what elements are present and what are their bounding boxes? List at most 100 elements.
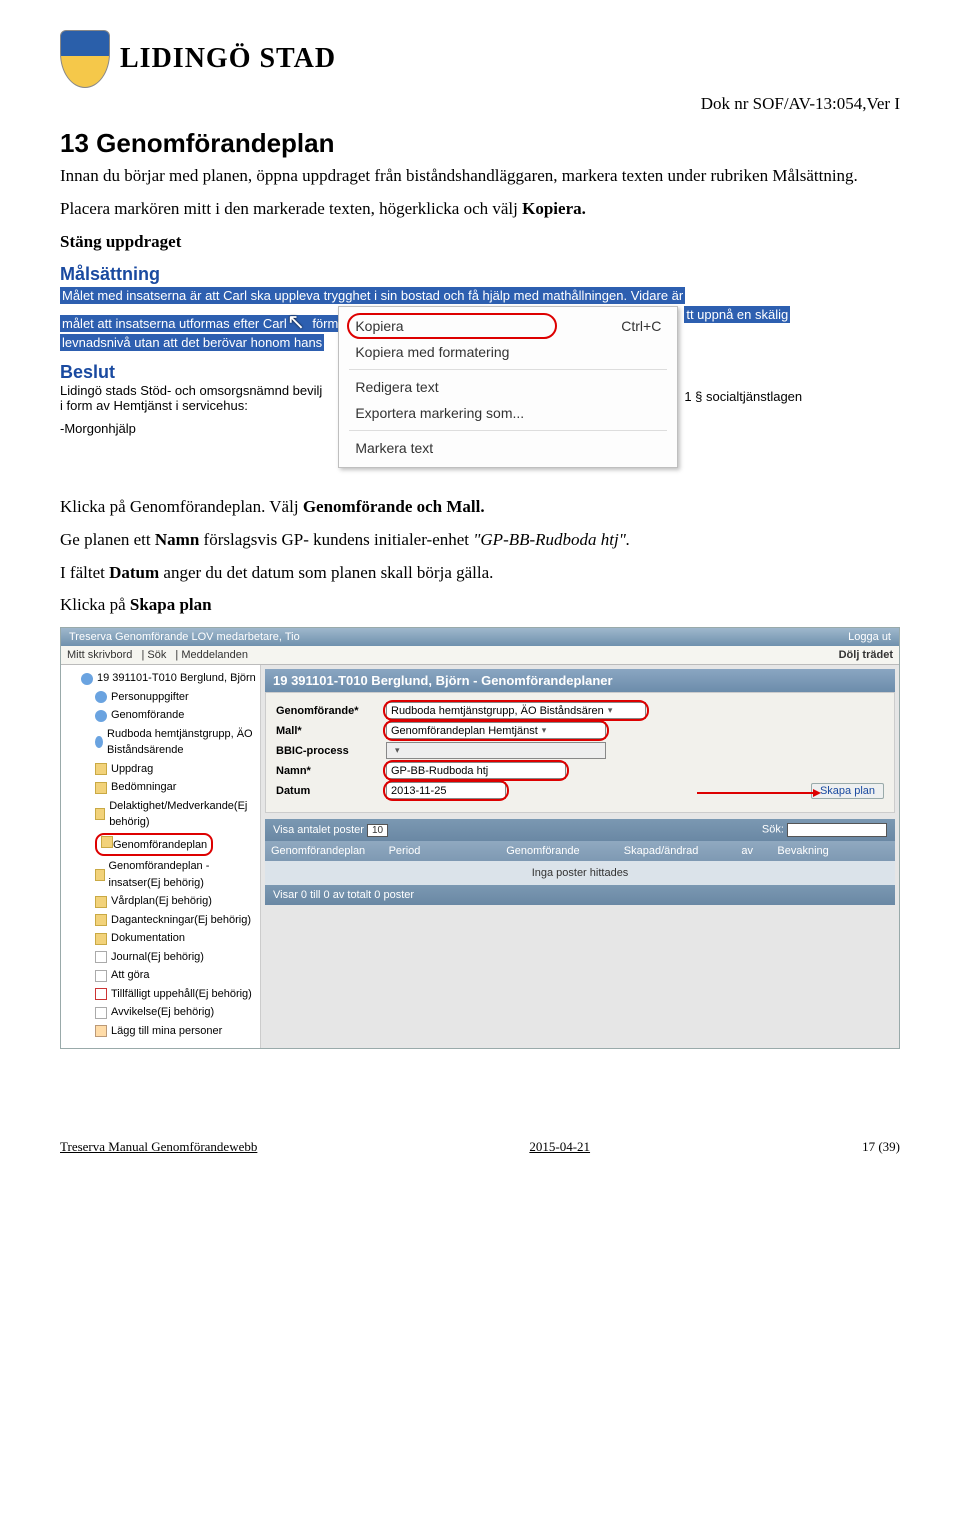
tree-node[interactable]: Journal(Ej behörig) — [67, 948, 258, 967]
field-bbic: ▾ — [386, 742, 606, 759]
tree-node[interactable]: Daganteckningar(Ej behörig) — [67, 911, 258, 930]
label-genomforande: Genomförande* — [276, 705, 386, 717]
beslut-text-line2: i form av Hemtjänst i servicehus: — [60, 398, 340, 413]
col-av[interactable]: av — [741, 845, 771, 857]
treserva-menubar: Mitt skrivbord | Sök | Meddelanden Dölj … — [61, 646, 899, 665]
person-icon — [95, 710, 107, 722]
tree-node[interactable]: Dokumentation — [67, 929, 258, 948]
folder-icon — [95, 914, 107, 926]
grid-toolbar: Visa antalet poster 10 Sök: — [265, 819, 895, 841]
tree-node[interactable]: Uppdrag — [67, 760, 258, 779]
col-skapad[interactable]: Skapad/ändrad — [624, 845, 736, 857]
tree-node[interactable]: Bedömningar — [67, 778, 258, 797]
brand-text: LIDINGÖ STAD — [120, 43, 336, 75]
grid-header: Genomförandeplan Period Genomförande Ska… — [265, 841, 895, 861]
dolj-tradet[interactable]: Dölj trädet — [839, 649, 893, 661]
label-bbic: BBIC-process — [276, 745, 386, 757]
field-genomforande[interactable]: Rudboda hemtjänstgrupp, ÄO Biståndsären▾ — [386, 702, 646, 719]
folder-icon — [95, 896, 107, 908]
tree-node[interactable]: Lägg till mina personer — [67, 1022, 258, 1041]
page-size-select[interactable]: 10 — [367, 824, 388, 837]
page-icon — [95, 970, 107, 982]
screenshot-context-menu: Målsättning Målet med insatserna är att … — [60, 264, 900, 468]
tree-node[interactable]: Tillfälligt uppehåll(Ej behörig) — [67, 985, 258, 1004]
folder-icon — [95, 869, 105, 881]
mid-paragraph-3: I fältet Datum anger du det datum som pl… — [60, 562, 900, 585]
field-datum[interactable]: 2013-11-25 — [386, 782, 506, 799]
cal-icon — [95, 988, 107, 1000]
folder-icon — [95, 808, 105, 820]
section-title: 13 Genomförandeplan — [60, 128, 900, 159]
mid-paragraph-2: Ge planen ett Namn förslagsvis GP- kunde… — [60, 529, 900, 552]
footer-left: Treserva Manual Genomförandewebb — [60, 1139, 257, 1155]
screenshot-treserva: Treserva Genomförande LOV medarbetare, T… — [60, 627, 900, 1049]
tree-node[interactable]: 19 391101-T010 Berglund, Björn — [67, 669, 258, 688]
person-icon — [95, 691, 107, 703]
tree-node-label: Bedömningar — [111, 779, 176, 796]
skapa-plan-button[interactable]: Skapa plan — [811, 783, 884, 799]
document-number: Dok nr SOF/AV-13:054,Ver I — [60, 94, 900, 114]
menu-skrivbord[interactable]: Mitt skrivbord — [67, 649, 132, 661]
morgonhjalp: -Morgonhjälp — [60, 421, 340, 436]
malsattning-heading: Målsättning — [60, 264, 900, 285]
highlighted-line-3: levnadsnivå utan att det berövar honom h… — [60, 334, 324, 351]
tree-node-label: Avvikelse(Ej behörig) — [111, 1004, 214, 1021]
brand-header: LIDINGÖ STAD — [60, 30, 900, 88]
folder-icon — [95, 782, 107, 794]
field-namn[interactable]: GP-BB-Rudboda htj — [386, 762, 566, 779]
menu-item-markera[interactable]: Markera text — [339, 435, 677, 461]
tree-node-label: Genomförandeplan — [113, 839, 207, 851]
beslut-right-text: 1 § socialtjänstlagen — [684, 389, 802, 404]
tree-node-label: 19 391101-T010 Berglund, Björn — [97, 670, 256, 687]
panel-title: 19 391101-T010 Berglund, Björn - Genomfö… — [265, 669, 895, 692]
highlighted-line-2a: målet att insatserna utformas efter Carl… — [60, 315, 340, 332]
treserva-topbar: Treserva Genomförande LOV medarbetare, T… — [61, 628, 899, 646]
nav-tree: 19 391101-T010 Berglund, BjörnPersonuppg… — [61, 665, 261, 1048]
mid-paragraph-1: Klicka på Genomförandeplan. Välj Genomfö… — [60, 496, 900, 519]
cursor-icon — [287, 310, 309, 332]
intro-paragraph-1: Innan du börjar med planen, öppna uppdra… — [60, 165, 900, 188]
mid-paragraph-4: Klicka på Skapa plan — [60, 594, 900, 617]
tree-node[interactable]: Att göra — [67, 966, 258, 985]
grid-search-input[interactable] — [787, 823, 887, 837]
col-bevakning[interactable]: Bevakning — [777, 845, 889, 857]
folder-icon — [95, 933, 107, 945]
col-genomforandeplan[interactable]: Genomförandeplan — [271, 845, 383, 857]
tree-node[interactable]: Genomförandeplan - insatser(Ej behörig) — [67, 857, 258, 892]
highlighted-after-menu: tt uppnå en skälig — [684, 306, 790, 323]
tree-node[interactable]: Genomförande — [67, 706, 258, 725]
tree-node-label: Journal(Ej behörig) — [111, 949, 204, 966]
tree-node-label: Att göra — [111, 967, 150, 984]
chevron-down-icon: ▾ — [542, 725, 547, 736]
intro-paragraph-2: Placera markören mitt i den markerade te… — [60, 198, 900, 221]
menu-meddelanden[interactable]: Meddelanden — [181, 649, 248, 661]
menu-item-exportera[interactable]: Exportera markering som... — [339, 400, 677, 426]
context-menu: KopieraCtrl+C Kopiera med formatering Re… — [338, 306, 678, 468]
tree-node[interactable]: Vårdplan(Ej behörig) — [67, 892, 258, 911]
menu-item-redigera[interactable]: Redigera text — [339, 374, 677, 400]
tree-node[interactable]: Delaktighet/Medverkande(Ej behörig) — [67, 797, 258, 832]
tree-node[interactable]: Avvikelse(Ej behörig) — [67, 1003, 258, 1022]
close-assignment: Stäng uppdraget — [60, 231, 900, 254]
tree-node[interactable]: Rudboda hemtjänstgrupp, ÄO Biståndsärend… — [67, 725, 258, 760]
form-area: Genomförande* Rudboda hemtjänstgrupp, ÄO… — [265, 692, 895, 813]
tree-node-label: Uppdrag — [111, 761, 153, 778]
field-mall[interactable]: Genomförandeplan Hemtjänst▾ — [386, 722, 606, 739]
beslut-heading: Beslut — [60, 362, 340, 383]
logout-link[interactable]: Logga ut — [848, 631, 891, 643]
chevron-down-icon: ▾ — [608, 705, 613, 716]
add-icon — [95, 1025, 107, 1037]
tree-node-label: Rudboda hemtjänstgrupp, ÄO Biståndsärend… — [107, 726, 258, 759]
folder-icon — [95, 763, 107, 775]
crest-icon — [60, 30, 110, 88]
menu-sok[interactable]: Sök — [147, 649, 166, 661]
col-period[interactable]: Period — [389, 845, 501, 857]
col-genomforande[interactable]: Genomförande — [506, 845, 618, 857]
tree-node[interactable]: Genomförandeplan — [67, 832, 258, 858]
menu-item-kopiera[interactable]: KopieraCtrl+C — [339, 313, 677, 339]
page-icon — [95, 1007, 107, 1019]
menu-item-kopiera-format[interactable]: Kopiera med formatering — [339, 339, 677, 365]
label-datum: Datum — [276, 785, 386, 797]
tree-node[interactable]: Personuppgifter — [67, 688, 258, 707]
page-footer: Treserva Manual Genomförandewebb 2015-04… — [0, 1139, 960, 1175]
